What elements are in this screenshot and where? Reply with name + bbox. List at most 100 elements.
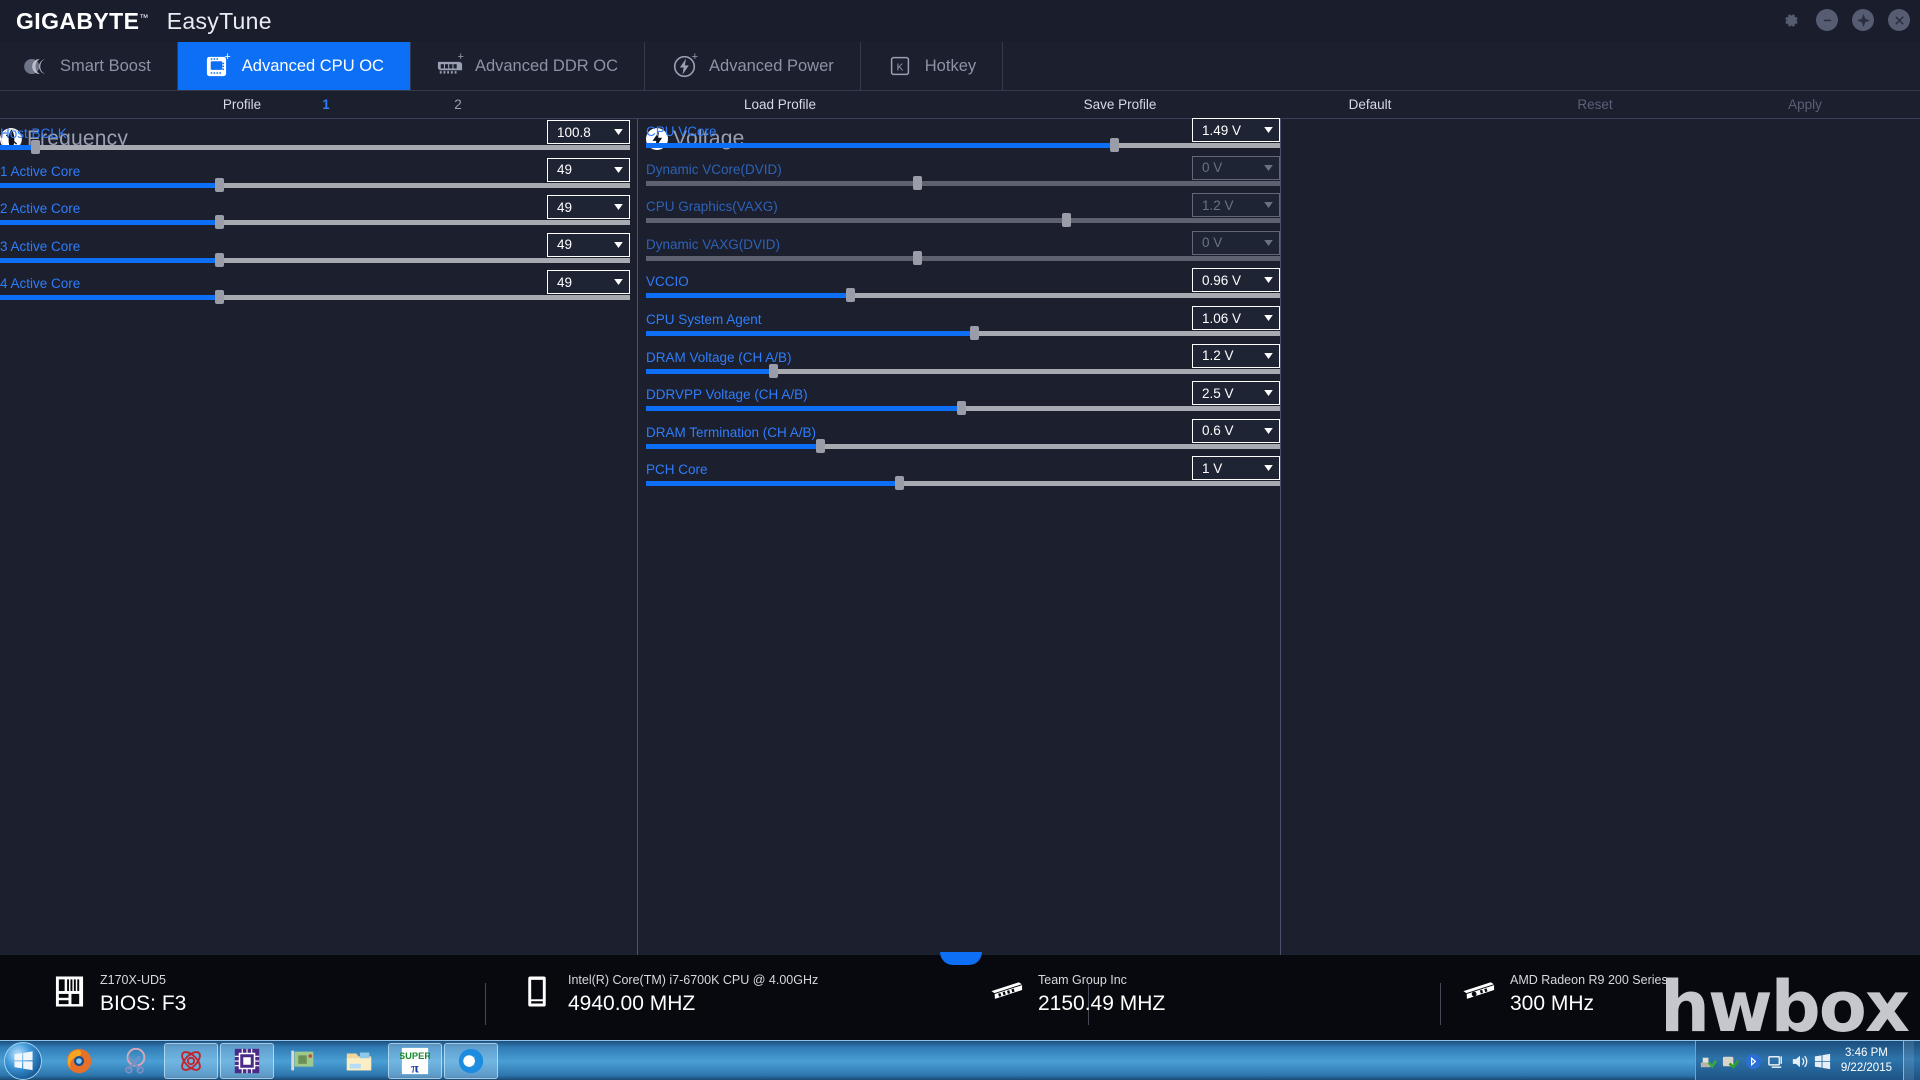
value-slider[interactable] (0, 140, 630, 154)
chevron-down-icon (1257, 277, 1279, 284)
show-desktop-button[interactable] (1903, 1041, 1914, 1080)
plus-badge: + (224, 51, 231, 63)
value-slider[interactable] (646, 288, 1280, 303)
row-label: PCH Core (646, 462, 708, 478)
antivirus-icon[interactable] (1719, 1046, 1742, 1076)
bluetooth-icon[interactable] (1742, 1046, 1765, 1076)
safely-remove-icon[interactable] (1696, 1046, 1719, 1076)
dropdown-value: 0 V (1202, 235, 1223, 251)
slider-thumb[interactable] (1062, 213, 1072, 228)
slider-fill (0, 182, 220, 188)
value-slider[interactable] (0, 215, 630, 230)
value-slider[interactable] (646, 326, 1280, 340)
tab-advanced-cpu-oc[interactable]: + Advanced CPU OC (177, 42, 411, 90)
info-icon[interactable] (1852, 9, 1874, 31)
gpu-z-icon[interactable] (276, 1043, 330, 1079)
gear-icon[interactable] (1780, 9, 1802, 31)
snipping-tool-icon[interactable] (108, 1043, 162, 1079)
value-slider[interactable] (646, 476, 1280, 491)
profile-slot-2[interactable]: 2 (428, 91, 488, 119)
slider-thumb[interactable] (769, 363, 779, 378)
default-button[interactable]: Default (1305, 91, 1435, 119)
reset-button[interactable]: Reset (1540, 91, 1650, 119)
dropdown-value: 1.06 V (1202, 310, 1242, 326)
slider-track (646, 180, 1280, 186)
chevron-down-icon (1257, 127, 1279, 133)
slider-thumb[interactable] (970, 326, 980, 340)
row-label: CPU System Agent (646, 312, 762, 327)
row-label: Host BCLK (0, 126, 67, 141)
status-separator (1440, 983, 1441, 1025)
value-slider[interactable] (646, 438, 1280, 453)
value-slider[interactable] (646, 138, 1280, 152)
volume-icon[interactable] (1788, 1046, 1811, 1076)
gpu-icon (1462, 971, 1496, 1011)
value-slider[interactable] (646, 250, 1280, 265)
slider-thumb[interactable] (215, 215, 225, 230)
status-sub: Intel(R) Core(TM) i7-6700K CPU @ 4.00GHz (568, 973, 819, 987)
collapse-handle[interactable] (940, 952, 982, 965)
superpi-icon[interactable]: SUPER π (388, 1042, 442, 1079)
slider-thumb[interactable] (215, 290, 225, 305)
action-center-icon[interactable] (1811, 1046, 1834, 1076)
plus-badge: + (457, 51, 464, 63)
value-slider[interactable] (0, 252, 630, 267)
profile-label: Profile (222, 97, 262, 112)
load-profile-button[interactable]: Load Profile (700, 91, 860, 119)
slider-thumb[interactable] (215, 252, 225, 267)
value-slider[interactable] (0, 290, 630, 305)
easytune-icon[interactable] (444, 1042, 498, 1079)
slider-thumb[interactable] (816, 438, 826, 453)
chevron-down-icon (607, 129, 629, 135)
app-red-icon[interactable] (164, 1042, 218, 1079)
tab-smart-boost[interactable]: Smart Boost (0, 42, 178, 90)
value-slider[interactable] (646, 363, 1280, 378)
slider-thumb[interactable] (957, 401, 967, 416)
brand-text: GIGABYTE (16, 7, 140, 34)
taskbar-clock[interactable]: 3:46 PM 9/22/2015 (1834, 1046, 1901, 1076)
firefox-icon[interactable] (52, 1043, 106, 1079)
slider-thumb[interactable] (913, 250, 923, 265)
value-slider[interactable] (646, 401, 1280, 416)
value-slider[interactable] (646, 213, 1280, 228)
tab-advanced-power[interactable]: + Advanced Power (645, 42, 861, 90)
panel-divider-left (637, 119, 638, 955)
profile-slot-1[interactable]: 1 (296, 91, 356, 119)
cpu-z-icon[interactable] (220, 1042, 274, 1079)
slider-thumb[interactable] (30, 140, 40, 154)
status-memory: Team Group Inc 2150.49 MHZ (990, 971, 1165, 1016)
slider-fill (646, 143, 1114, 148)
control-row: CPU System Agent 1.06 V (646, 306, 1280, 350)
chevron-down-icon (607, 279, 629, 286)
start-orb-icon[interactable] (4, 1041, 42, 1080)
slider-thumb[interactable] (846, 288, 856, 303)
slider-thumb[interactable] (894, 476, 904, 491)
row-label: 3 Active Core (0, 238, 81, 254)
status-motherboard: Z170X-UD5 BIOS: F3 (52, 971, 186, 1016)
cpu-chip-icon: + (204, 51, 231, 78)
row-label: DRAM Voltage (CH A/B) (646, 349, 792, 365)
tab-hotkey[interactable]: K Hotkey (861, 42, 1004, 90)
dropdown-value: 0.6 V (1202, 423, 1234, 439)
network-icon[interactable] (1765, 1046, 1788, 1076)
status-main: 4940.00 MHZ (568, 992, 696, 1015)
slider-fill (646, 443, 821, 449)
slider-thumb[interactable] (215, 177, 225, 192)
value-slider[interactable] (0, 177, 630, 192)
close-icon[interactable] (1888, 9, 1910, 31)
main-content: Frequency Host BCLK 100.8 1 Active Core 49 2… (0, 118, 1920, 955)
slider-thumb[interactable] (913, 175, 923, 190)
save-profile-button[interactable]: Save Profile (1040, 91, 1200, 119)
minimize-icon[interactable] (1816, 9, 1838, 31)
value-slider[interactable] (646, 175, 1280, 190)
control-row: Dynamic VAXG(DVID) 0 V (646, 230, 1280, 275)
apply-button[interactable]: Apply (1750, 91, 1860, 119)
explorer-icon[interactable] (332, 1043, 386, 1079)
tab-advanced-ddr-oc[interactable]: + Advanced DDR OC (411, 42, 646, 90)
hardware-status-bar: Z170X-UD5 BIOS: F3 Intel(R) Core(TM) i7-… (0, 952, 1920, 1042)
memory-icon (990, 971, 1024, 1011)
lightning-bolt-icon: + (671, 52, 698, 78)
app-title: EasyTune (166, 7, 272, 34)
tab-label: Advanced CPU OC (241, 56, 384, 75)
slider-thumb[interactable] (1109, 138, 1119, 152)
